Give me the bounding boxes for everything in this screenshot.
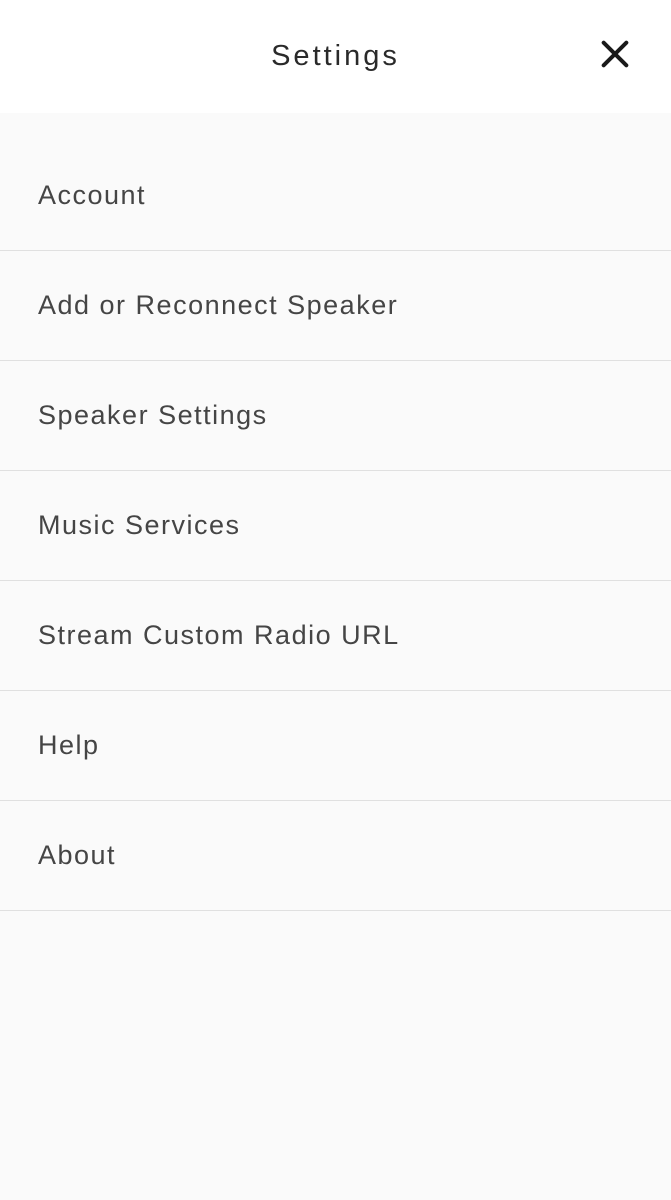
settings-menu: Account Add or Reconnect Speaker Speaker…: [0, 113, 671, 911]
header: Settings: [0, 0, 671, 113]
menu-item-label: Help: [38, 730, 100, 761]
menu-item-help[interactable]: Help: [0, 691, 671, 801]
menu-item-label: Speaker Settings: [38, 400, 268, 431]
menu-item-stream-url[interactable]: Stream Custom Radio URL: [0, 581, 671, 691]
menu-item-label: Stream Custom Radio URL: [38, 620, 400, 651]
menu-item-account[interactable]: Account: [0, 141, 671, 251]
close-button[interactable]: [595, 37, 635, 77]
menu-item-speaker-settings[interactable]: Speaker Settings: [0, 361, 671, 471]
menu-item-label: Music Services: [38, 510, 241, 541]
close-icon: [598, 37, 632, 76]
menu-item-music-services[interactable]: Music Services: [0, 471, 671, 581]
page-title: Settings: [271, 40, 400, 73]
menu-item-label: Account: [38, 180, 146, 211]
menu-item-label: Add or Reconnect Speaker: [38, 290, 398, 321]
menu-item-about[interactable]: About: [0, 801, 671, 911]
menu-item-add-speaker[interactable]: Add or Reconnect Speaker: [0, 251, 671, 361]
menu-item-label: About: [38, 840, 116, 871]
